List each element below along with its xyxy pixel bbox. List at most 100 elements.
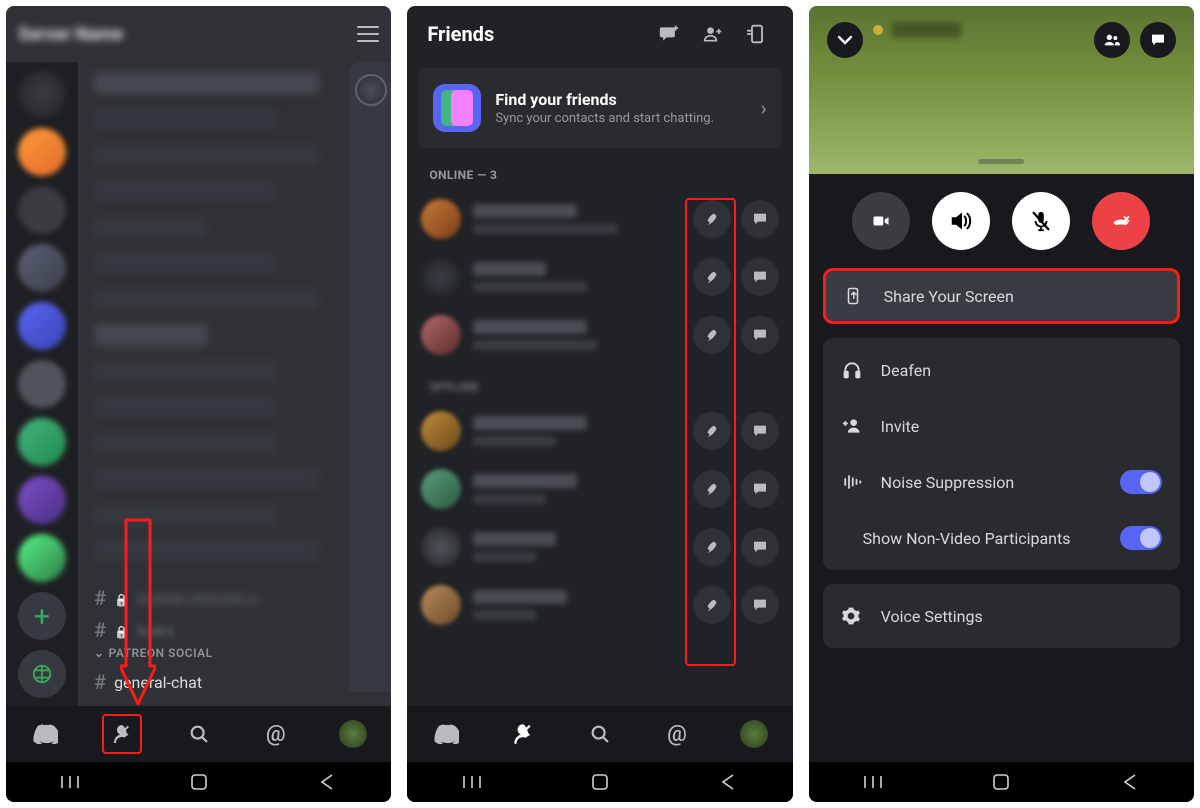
call-button[interactable] xyxy=(693,528,731,566)
server-icon-6[interactable] xyxy=(18,418,66,466)
android-navbar xyxy=(407,762,792,802)
server-icon-1[interactable] xyxy=(18,128,66,176)
sheet-handle-icon[interactable] xyxy=(978,159,1024,164)
server-icon-dm[interactable] xyxy=(18,70,66,118)
android-recents-icon[interactable] xyxy=(59,771,81,793)
friend-row[interactable] xyxy=(419,248,780,306)
channel-list: locked channel a leaks ⌄ PATREON SOCIAL … xyxy=(78,62,391,706)
call-button[interactable] xyxy=(693,412,731,450)
android-home-icon[interactable] xyxy=(990,771,1012,793)
nav-discord-icon[interactable] xyxy=(426,714,466,754)
android-back-icon[interactable] xyxy=(717,771,739,793)
server-icon-4[interactable] xyxy=(18,302,66,350)
voice-settings-button[interactable]: Voice Settings xyxy=(823,588,1180,644)
friend-row[interactable] xyxy=(419,576,780,634)
toggle-on[interactable] xyxy=(1120,526,1162,550)
friend-row[interactable] xyxy=(419,460,780,518)
hash-icon xyxy=(94,618,106,642)
nav-discord-icon[interactable] xyxy=(25,714,65,754)
avatar xyxy=(421,469,461,509)
nav-friends-icon[interactable] xyxy=(102,714,142,754)
android-back-icon[interactable] xyxy=(1119,771,1141,793)
speaker-button[interactable] xyxy=(932,192,990,250)
sync-contacts-icon xyxy=(433,84,481,132)
friend-row[interactable] xyxy=(419,518,780,576)
message-button[interactable] xyxy=(741,316,779,354)
nav-mentions-icon[interactable]: @ xyxy=(657,714,697,754)
message-button[interactable] xyxy=(741,528,779,566)
channel-general-chat[interactable]: general-chat xyxy=(94,666,375,698)
add-server-button[interactable]: + xyxy=(18,592,66,640)
toggle-on[interactable] xyxy=(1120,470,1162,494)
android-recents-icon[interactable] xyxy=(461,771,483,793)
nav-search-icon[interactable] xyxy=(580,714,620,754)
sync-contacts-card[interactable]: Find your friends Sync your contacts and… xyxy=(419,68,780,148)
chevron-down-icon: ⌄ xyxy=(94,646,105,660)
share-screen-button[interactable]: Share Your Screen xyxy=(823,268,1180,324)
deafen-button[interactable]: Deafen xyxy=(823,342,1180,398)
show-nonvideo-toggle[interactable]: Show Non-Video Participants xyxy=(823,510,1180,566)
message-button[interactable] xyxy=(741,200,779,238)
share-screen-icon xyxy=(844,285,866,307)
new-group-dm-icon[interactable] xyxy=(741,18,773,50)
friend-row[interactable] xyxy=(419,306,780,364)
invite-button[interactable]: Invite xyxy=(823,398,1180,454)
nav-friends-icon[interactable] xyxy=(503,714,543,754)
message-button[interactable] xyxy=(741,586,779,624)
avatar xyxy=(421,257,461,297)
participants-icon[interactable] xyxy=(1094,22,1130,58)
server-icon-5[interactable] xyxy=(18,360,66,408)
mute-button[interactable] xyxy=(1012,192,1070,250)
lock-icon xyxy=(114,621,129,640)
server-title: Server Name xyxy=(18,24,357,45)
android-home-icon[interactable] xyxy=(589,771,611,793)
message-button[interactable] xyxy=(741,258,779,296)
channel-locked-1[interactable]: locked channel a xyxy=(94,582,375,614)
noise-suppression-toggle[interactable]: Noise Suppression xyxy=(823,454,1180,510)
hangup-button[interactable] xyxy=(1092,192,1150,250)
avatar xyxy=(421,411,461,451)
avatar xyxy=(421,315,461,355)
android-navbar xyxy=(6,762,391,802)
explore-servers-button[interactable] xyxy=(18,650,66,698)
message-button[interactable] xyxy=(741,470,779,508)
add-friend-icon[interactable] xyxy=(697,18,729,50)
server-icon-3[interactable] xyxy=(18,244,66,292)
call-user-name xyxy=(863,22,1094,38)
android-home-icon[interactable] xyxy=(188,771,210,793)
category-patreon-social[interactable]: ⌄ PATREON SOCIAL xyxy=(94,646,375,660)
server-list: + xyxy=(6,62,78,706)
chat-icon[interactable] xyxy=(1140,22,1176,58)
gear-icon xyxy=(841,606,863,626)
android-recents-icon[interactable] xyxy=(862,771,884,793)
friend-row[interactable] xyxy=(419,402,780,460)
channel-header: Server Name xyxy=(6,6,391,62)
new-message-icon[interactable] xyxy=(653,18,685,50)
call-button[interactable] xyxy=(693,470,731,508)
nav-profile-avatar[interactable] xyxy=(734,714,774,754)
call-button[interactable] xyxy=(693,586,731,624)
video-button[interactable] xyxy=(852,192,910,250)
server-icon-7[interactable] xyxy=(18,476,66,524)
call-button[interactable] xyxy=(693,258,731,296)
channel-locked-2[interactable]: leaks xyxy=(94,614,375,646)
server-icon-2[interactable] xyxy=(18,186,66,234)
screen-call: Share Your Screen Deafen Invite Noise Su… xyxy=(809,6,1194,802)
nav-search-icon[interactable] xyxy=(179,714,219,754)
friend-row[interactable] xyxy=(419,190,780,248)
server-icon-8[interactable] xyxy=(18,534,66,582)
message-button[interactable] xyxy=(741,412,779,450)
call-options-card: Deafen Invite Noise Suppression Show Non… xyxy=(823,338,1180,570)
screen-server-channels: Server Name + xyxy=(6,6,391,802)
android-navbar xyxy=(809,762,1194,802)
call-button[interactable] xyxy=(693,316,731,354)
lock-icon xyxy=(114,589,129,608)
collapse-icon[interactable] xyxy=(827,22,863,58)
nav-mentions-icon[interactable]: @ xyxy=(256,714,296,754)
android-back-icon[interactable] xyxy=(316,771,338,793)
menu-icon[interactable] xyxy=(357,26,379,42)
screen-friends: Friends Find your friends Sync your cont… xyxy=(407,6,792,802)
call-button[interactable] xyxy=(693,200,731,238)
nav-profile-avatar[interactable] xyxy=(333,714,373,754)
voice-settings-card: Voice Settings xyxy=(823,584,1180,648)
